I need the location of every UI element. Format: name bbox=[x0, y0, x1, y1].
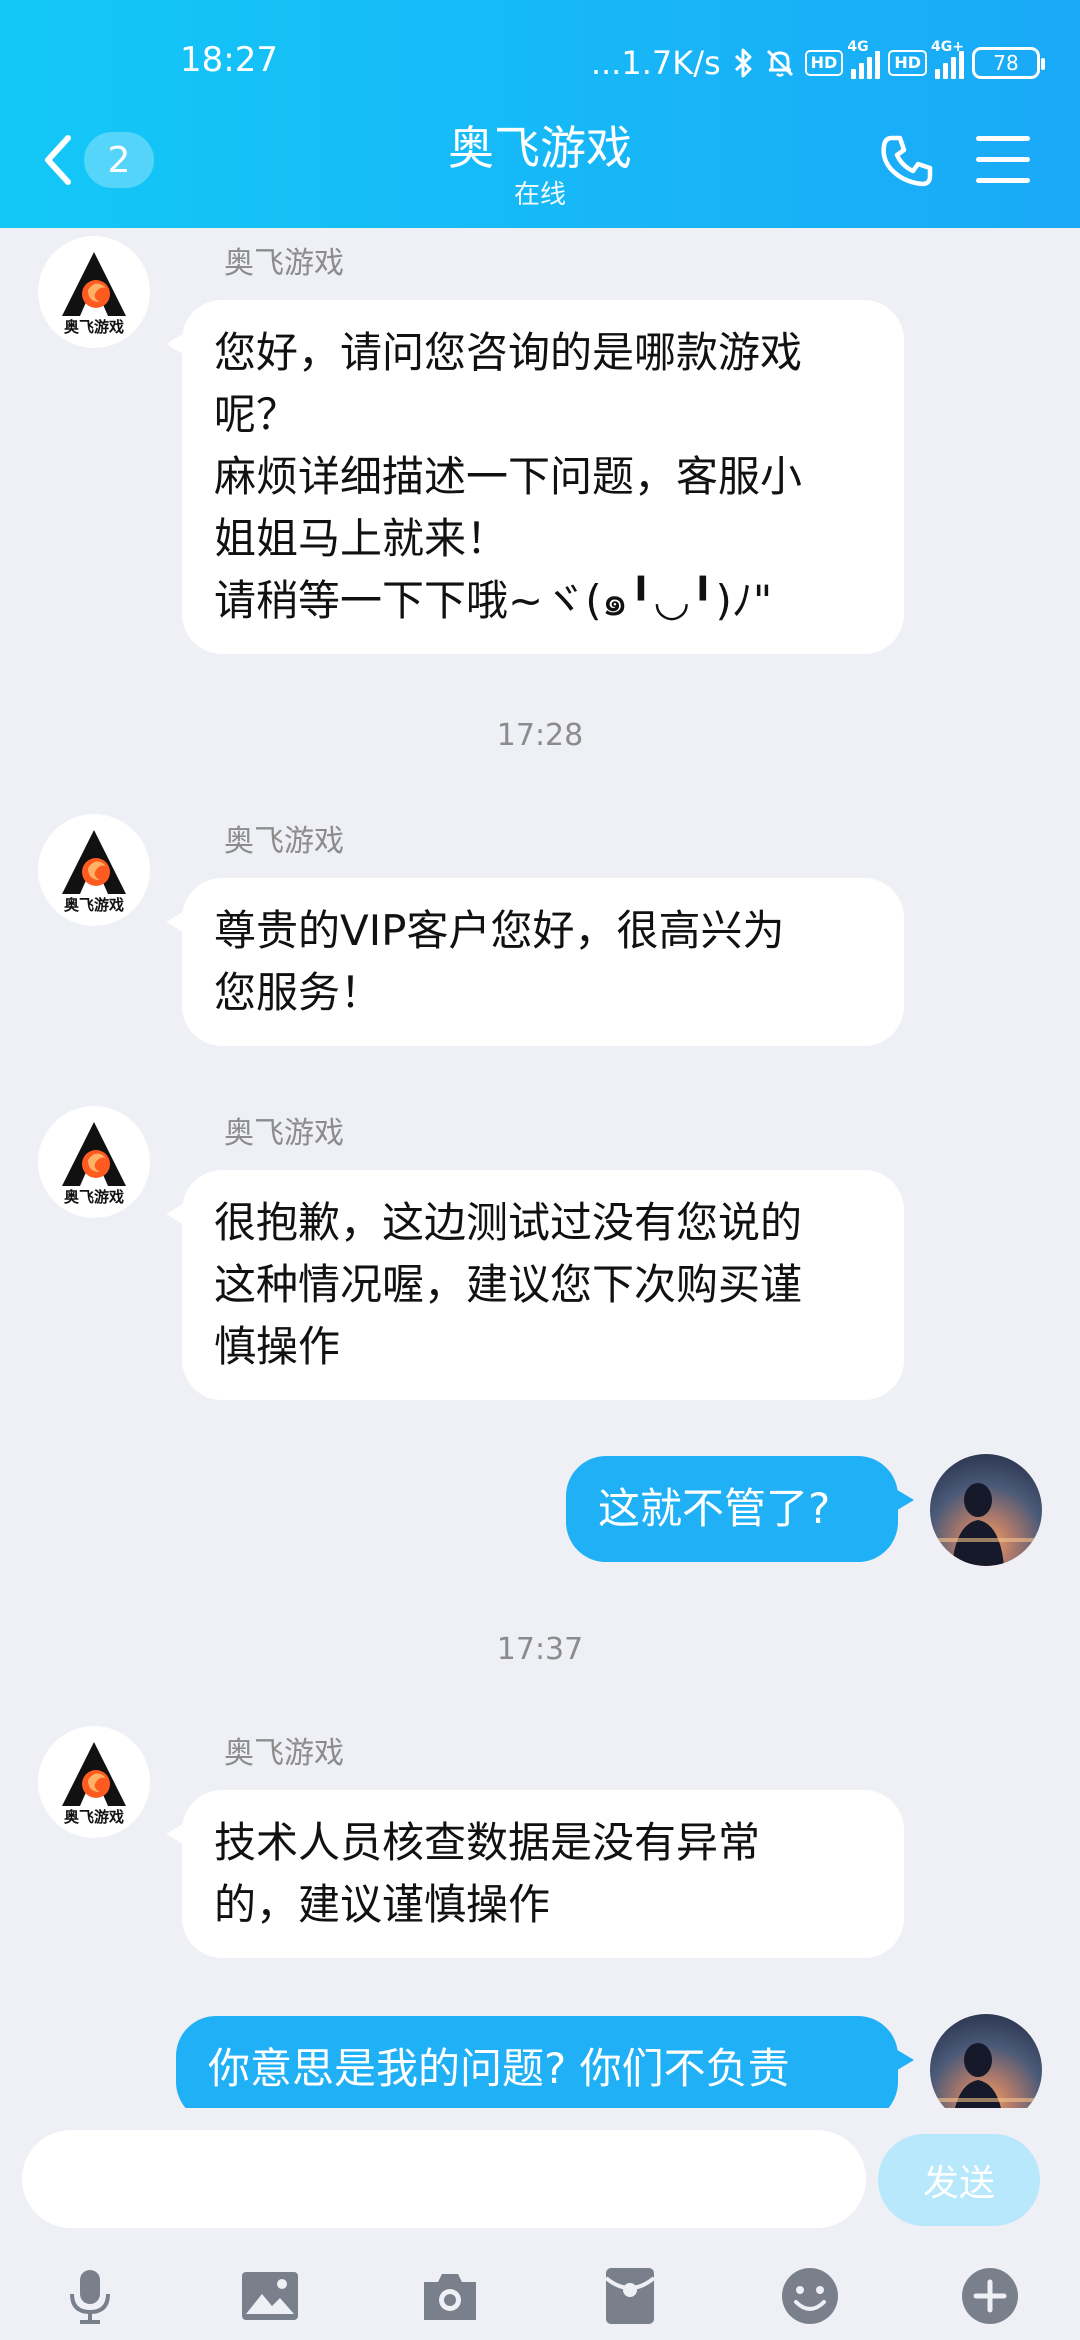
sender-name: 奥飞游戏 bbox=[224, 1116, 344, 1151]
logo-lettering: 奥飞游戏 bbox=[64, 1808, 124, 1826]
agent-avatar[interactable]: 奥飞游戏 bbox=[38, 814, 150, 926]
message-line: 您好，请问您咨询的是哪款游戏 bbox=[214, 328, 803, 377]
aofei-logo-icon: 奥飞游戏 bbox=[62, 830, 126, 914]
logo-lettering: 奥飞游戏 bbox=[64, 318, 124, 336]
user-silhouette-icon bbox=[930, 2043, 1042, 2108]
voice-input-button[interactable] bbox=[54, 2260, 126, 2332]
user-avatar[interactable] bbox=[930, 1454, 1042, 1566]
message-line: 很抱歉，这边测试过没有您说的 bbox=[214, 1198, 803, 1247]
message-line: 您服务！ bbox=[214, 968, 383, 1017]
camera-icon bbox=[424, 2274, 476, 2320]
message-line: 慎操作 bbox=[214, 1322, 341, 1371]
message-line: 技术人员核查数据是没有异常 bbox=[214, 1818, 761, 1867]
aofei-logo-icon: 奥飞游戏 bbox=[62, 252, 126, 336]
battery-level: 78 bbox=[993, 51, 1019, 75]
emoji-icon bbox=[782, 2268, 838, 2324]
agent-avatar[interactable]: 奥飞游戏 bbox=[38, 1106, 150, 1218]
more-button[interactable] bbox=[954, 2260, 1026, 2332]
hd-badge-1: HD bbox=[804, 50, 844, 76]
plus-icon bbox=[962, 2268, 1018, 2324]
outgoing-message-bubble[interactable]: 这就不管了? bbox=[566, 1456, 914, 1562]
message-line: 尊贵的VIP客户您好，很高兴为 bbox=[214, 906, 785, 955]
incoming-message-bubble[interactable]: 技术人员核查数据是没有异常 的，建议谨慎操作 bbox=[166, 1790, 904, 1958]
user-silhouette-icon bbox=[930, 1483, 1042, 1566]
incoming-message-bubble[interactable]: 很抱歉，这边测试过没有您说的 这种情况喔，建议您下次购买谨 慎操作 bbox=[166, 1170, 904, 1400]
agent-avatar[interactable]: 奥飞游戏 bbox=[38, 236, 150, 348]
sender-name: 奥飞游戏 bbox=[224, 1736, 344, 1771]
app-header: 18:27 ...1.7K/s HD 4G HD 4G+ 78 2 奥飞游戏 在… bbox=[0, 0, 1080, 228]
network-speed: ...1.7K/s bbox=[590, 44, 721, 82]
message-line: 麻烦详细描述一下问题，客服小 bbox=[214, 452, 803, 501]
status-bar: 18:27 ...1.7K/s HD 4G HD 4G+ 78 bbox=[0, 0, 1080, 120]
microphone-icon bbox=[70, 2270, 110, 2324]
signal-icon-2: 4G+ bbox=[931, 39, 964, 79]
chat-nav-bar: 2 奥飞游戏 在线 bbox=[0, 110, 1080, 228]
sender-name: 奥飞游戏 bbox=[224, 246, 344, 281]
message-line: 请稍等一下下哦~ヾ(๑╹◡╹)ﾉ" bbox=[214, 576, 773, 625]
status-time: 18:27 bbox=[180, 40, 278, 80]
network-type-2: 4G+ bbox=[931, 39, 964, 55]
message-line: 呢？ bbox=[214, 390, 299, 439]
bluetooth-icon bbox=[733, 47, 755, 79]
status-indicators: ...1.7K/s HD 4G HD 4G+ 78 bbox=[590, 39, 1045, 86]
message-timestamp: 17:28 bbox=[496, 718, 584, 753]
incoming-message-bubble[interactable]: 您好，请问您咨询的是哪款游戏 呢？ 麻烦详细描述一下问题，客服小 姐姐马上就来！… bbox=[166, 300, 904, 654]
image-icon bbox=[242, 2272, 298, 2320]
chat-toolbar bbox=[0, 2260, 1080, 2332]
network-type-1: 4G bbox=[847, 39, 869, 55]
chat-message-list[interactable]: 奥飞游戏 奥飞游戏 您好，请问您咨询的是哪款游戏 呢？ 麻烦详细描述一下问题，客… bbox=[0, 228, 1080, 2108]
image-button[interactable] bbox=[234, 2260, 306, 2332]
camera-button[interactable] bbox=[414, 2260, 486, 2332]
red-packet-button[interactable] bbox=[594, 2260, 666, 2332]
emoji-button[interactable] bbox=[774, 2260, 846, 2332]
message-input[interactable] bbox=[22, 2130, 866, 2228]
message-line: 姐姐马上就来！ bbox=[214, 514, 509, 563]
logo-lettering: 奥飞游戏 bbox=[64, 896, 124, 914]
logo-lettering: 奥飞游戏 bbox=[64, 1188, 124, 1206]
aofei-logo-icon: 奥飞游戏 bbox=[62, 1122, 126, 1206]
sender-name: 奥飞游戏 bbox=[224, 824, 344, 859]
outgoing-message-bubble[interactable]: 你意思是我的问题? 你们不负责 bbox=[176, 2016, 914, 2108]
mute-bell-icon bbox=[763, 46, 797, 80]
signal-icon-1: 4G bbox=[847, 39, 881, 79]
message-input-bar: 发送 bbox=[0, 2108, 1080, 2340]
message-line: 的，建议谨慎操作 bbox=[214, 1880, 551, 1929]
send-button[interactable]: 发送 bbox=[878, 2134, 1040, 2226]
message-timestamp: 17:37 bbox=[496, 1632, 584, 1667]
agent-avatar[interactable]: 奥飞游戏 bbox=[38, 1726, 150, 1838]
message-line: 这种情况喔，建议您下次购买谨 bbox=[214, 1260, 803, 1309]
red-packet-icon bbox=[604, 2268, 656, 2324]
battery-icon: 78 bbox=[972, 47, 1045, 79]
phone-call-icon[interactable] bbox=[876, 132, 936, 192]
user-avatar[interactable] bbox=[930, 2014, 1042, 2108]
message-line: 你意思是我的问题? 你们不负责 bbox=[208, 2044, 790, 2093]
hd-badge-2: HD bbox=[888, 50, 927, 76]
aofei-logo-icon: 奥飞游戏 bbox=[62, 1742, 126, 1826]
message-line: 这就不管了? bbox=[598, 1484, 831, 1533]
menu-icon[interactable] bbox=[976, 136, 1030, 186]
incoming-message-bubble[interactable]: 尊贵的VIP客户您好，很高兴为 您服务！ bbox=[166, 878, 904, 1046]
